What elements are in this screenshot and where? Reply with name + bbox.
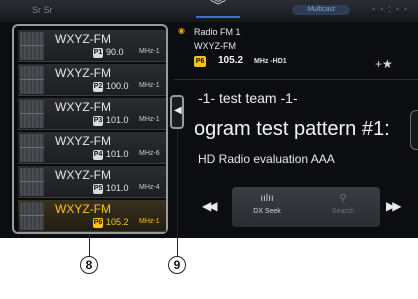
preset-station: WXYZ-FM	[55, 32, 111, 46]
preset-list: WXYZ-FM P1 90.0 MHz-1 WXYZ-FM P2 100.0 M…	[12, 24, 168, 234]
preset-number-badge: P1	[93, 48, 103, 58]
song-title: ogram test pattern #1:	[194, 118, 390, 140]
preset-station: WXYZ-FM	[55, 66, 111, 80]
preset-item-4[interactable]: WXYZ-FM P4 101.0 MHz-6	[18, 132, 166, 164]
callout-line-9	[177, 129, 178, 257]
preset-station: WXYZ-FM	[55, 100, 111, 114]
current-preset-badge: P6	[194, 56, 206, 67]
preset-item-1[interactable]: WXYZ-FM P1 90.0 MHz-1	[18, 30, 166, 62]
preset-unit: MHz-1	[139, 48, 160, 55]
control-box: ıılıı DX Seek ⚲ Search	[232, 187, 380, 227]
station-logo-icon	[20, 202, 44, 230]
station-logo-icon	[20, 100, 44, 128]
preset-frequency: 105.2	[106, 217, 129, 227]
preset-unit: MHz-1	[139, 218, 160, 225]
preset-frequency: 101.0	[106, 149, 129, 159]
preset-frequency: 101.0	[106, 115, 129, 125]
callout-8: 8	[80, 256, 98, 274]
artist-name: -1- test team -1-	[198, 90, 298, 106]
preset-station: WXYZ-FM	[55, 202, 111, 216]
seek-previous-icon[interactable]: ◀◀	[202, 199, 218, 213]
tuner-controls: ◀◀ ıılıı DX Seek ⚲ Search ▶▶	[196, 187, 408, 227]
preset-item-5[interactable]: WXYZ-FM P5 101.0 MHz-4	[18, 166, 166, 198]
preset-item-3[interactable]: WXYZ-FM P3 101.0 MHz-1	[18, 98, 166, 130]
preset-station: WXYZ-FM	[55, 168, 111, 182]
callout-9: 9	[168, 256, 186, 274]
preset-number-badge: P3	[93, 116, 103, 126]
preset-unit: MHz-6	[139, 150, 160, 157]
radio-screen: Sr Sr ︾ Multicast - - : - - WXYZ-FM P1 9…	[0, 0, 418, 238]
preset-number-badge: P4	[93, 150, 103, 160]
preset-unit: MHz-1	[139, 116, 160, 123]
callout-line-8	[89, 234, 90, 257]
clock: - - : - -	[372, 4, 409, 15]
search-icon: ⚲	[339, 193, 347, 204]
radio-wave-icon: ◉	[178, 26, 185, 35]
dx-seek-button[interactable]: ıılıı DX Seek	[232, 187, 302, 227]
preset-station: WXYZ-FM	[55, 134, 111, 148]
current-frequency: 105.2	[218, 55, 244, 66]
preset-item-2[interactable]: WXYZ-FM P2 100.0 MHz-1	[18, 64, 166, 96]
preset-number-badge: P6	[93, 218, 103, 228]
divider	[174, 79, 418, 80]
station-name: WXYZ-FM	[194, 41, 236, 51]
preset-frequency: 90.0	[106, 47, 124, 57]
right-panel-tab[interactable]	[410, 110, 418, 150]
search-button[interactable]: ⚲ Search	[308, 187, 378, 227]
seek-next-icon[interactable]: ▶▶	[386, 199, 402, 213]
station-logo-icon	[20, 32, 44, 60]
signal-wave-icon: ıılıı	[260, 193, 274, 204]
add-favorite-star-icon[interactable]: +★	[375, 57, 393, 71]
multicast-badge: Multicast	[292, 5, 350, 15]
station-logo-icon	[20, 168, 44, 196]
preset-number-badge: P5	[93, 184, 103, 194]
search-label: Search	[331, 208, 355, 215]
status-bar: Sr Sr ︾ Multicast - - : - -	[0, 0, 418, 22]
chevron-double-down-icon[interactable]: ︾	[196, 0, 240, 18]
preset-frequency: 100.0	[106, 81, 129, 91]
preset-number-badge: P2	[93, 82, 103, 92]
dx-seek-label: DX Seek	[253, 208, 281, 215]
station-logo-icon	[20, 66, 44, 94]
station-logo-icon	[20, 134, 44, 162]
preset-unit: MHz-4	[139, 184, 160, 191]
status-left-text: Sr Sr	[32, 5, 53, 15]
album-name: HD Radio evaluation AAA	[198, 152, 335, 166]
preset-unit: MHz-1	[139, 82, 160, 89]
source-label: Radio FM 1	[194, 27, 241, 37]
preset-item-6[interactable]: WXYZ-FM P6 105.2 MHz-1	[18, 200, 166, 232]
current-unit: MHz -HD1	[254, 58, 287, 65]
preset-frequency: 101.0	[106, 183, 129, 193]
